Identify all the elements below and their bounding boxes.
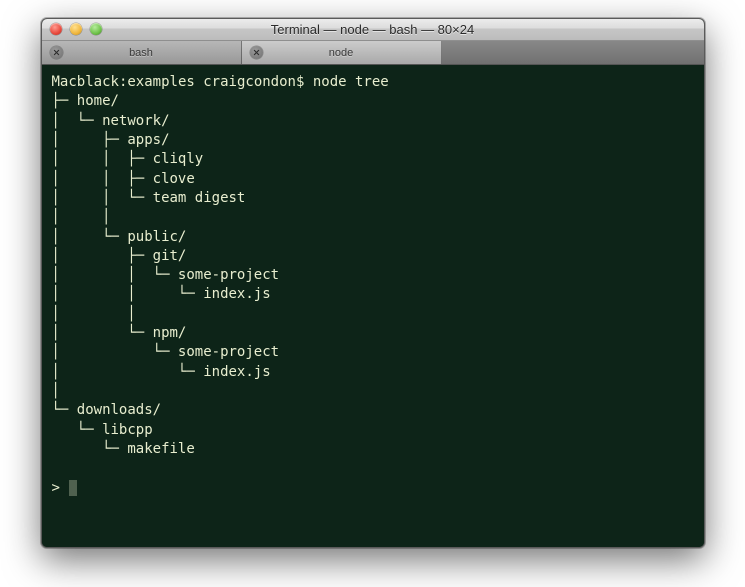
zoom-icon[interactable] bbox=[90, 23, 102, 35]
window-title: Terminal — node — bash — 80×24 bbox=[42, 22, 704, 37]
prompt-path: examples bbox=[127, 74, 194, 90]
prompt-command: node tree bbox=[313, 74, 389, 90]
prompt-host: Macblack bbox=[52, 74, 119, 90]
tab-label: bash bbox=[129, 47, 153, 59]
close-icon[interactable] bbox=[50, 23, 62, 35]
minimize-icon[interactable] bbox=[70, 23, 82, 35]
terminal-body[interactable]: Macblack:examples craigcondon$ node tree… bbox=[42, 65, 704, 547]
titlebar[interactable]: Terminal — node — bash — 80×24 bbox=[42, 19, 704, 41]
close-tab-icon[interactable] bbox=[50, 46, 63, 59]
prompt-symbol: $ bbox=[296, 74, 304, 90]
tab-bar-empty bbox=[442, 41, 704, 64]
tab-node[interactable]: node bbox=[242, 41, 442, 64]
traffic-lights bbox=[50, 23, 102, 35]
tree-output: ├─ home/ │ └─ network/ │ ├─ apps/ │ │ ├─… bbox=[52, 93, 280, 457]
tab-bash[interactable]: bash bbox=[42, 41, 242, 64]
tab-bar: bash node bbox=[42, 41, 704, 65]
prompt-line: Macblack:examples craigcondon$ node tree bbox=[52, 74, 389, 90]
cursor-block bbox=[69, 480, 77, 496]
tab-label: node bbox=[329, 47, 353, 59]
secondary-prompt: > bbox=[52, 480, 69, 496]
close-tab-icon[interactable] bbox=[250, 46, 263, 59]
prompt-user: craigcondon bbox=[203, 74, 296, 90]
terminal-window: Terminal — node — bash — 80×24 bash node… bbox=[41, 18, 705, 548]
